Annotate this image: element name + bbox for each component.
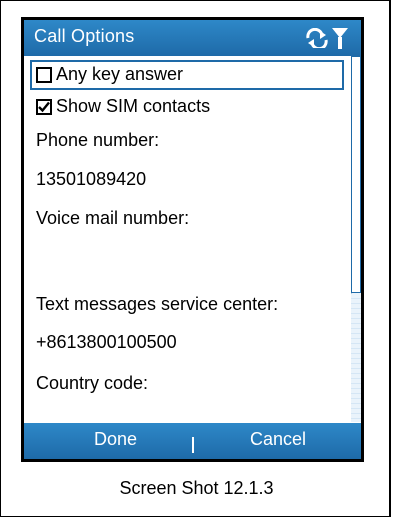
- done-softkey[interactable]: Done: [94, 429, 137, 450]
- sms-center-label: Text messages service center:: [36, 294, 279, 314]
- sms-center-value[interactable]: +8613800100500: [36, 332, 177, 353]
- voice-mail-number-label: Voice mail number:: [36, 208, 190, 228]
- softkey-separator: [192, 437, 194, 453]
- signal-icon[interactable]: [331, 26, 349, 50]
- scrollbar-thumb[interactable]: [351, 56, 361, 293]
- screenshot-caption: Screen Shot 12.1.3: [119, 478, 274, 498]
- sync-icon[interactable]: [305, 28, 329, 48]
- window-title: Call Options: [34, 26, 135, 46]
- screenshot-frame: Call Options Any key answer Show SIM con…: [0, 0, 391, 517]
- options-list: Any key answer Show SIM contacts Phone n…: [24, 56, 361, 422]
- any-key-answer-label: Any key answer: [56, 64, 184, 84]
- voice-mail-number-value[interactable]: [36, 246, 336, 270]
- scrollbar-track-pattern: [351, 294, 361, 422]
- scrollbar[interactable]: [351, 56, 361, 422]
- title-bar: Call Options: [24, 20, 361, 56]
- any-key-answer-option[interactable]: Any key answer: [36, 64, 183, 85]
- phone-number-label: Phone number:: [36, 130, 160, 150]
- country-code-label: Country code:: [36, 373, 149, 393]
- cancel-softkey[interactable]: Cancel: [250, 429, 306, 450]
- softkey-bar: Done Cancel: [24, 423, 361, 459]
- checkbox-checked[interactable]: [36, 98, 52, 115]
- checkbox-unchecked-icon[interactable]: [36, 66, 52, 83]
- show-sim-contacts-option[interactable]: Show SIM contacts: [36, 96, 210, 117]
- checkmark-icon: [38, 101, 50, 112]
- show-sim-contacts-label: Show SIM contacts: [56, 96, 211, 116]
- phone-screen: Call Options Any key answer Show SIM con…: [21, 17, 364, 462]
- phone-number-value[interactable]: 13501089420: [36, 169, 146, 190]
- status-icons: [305, 25, 349, 51]
